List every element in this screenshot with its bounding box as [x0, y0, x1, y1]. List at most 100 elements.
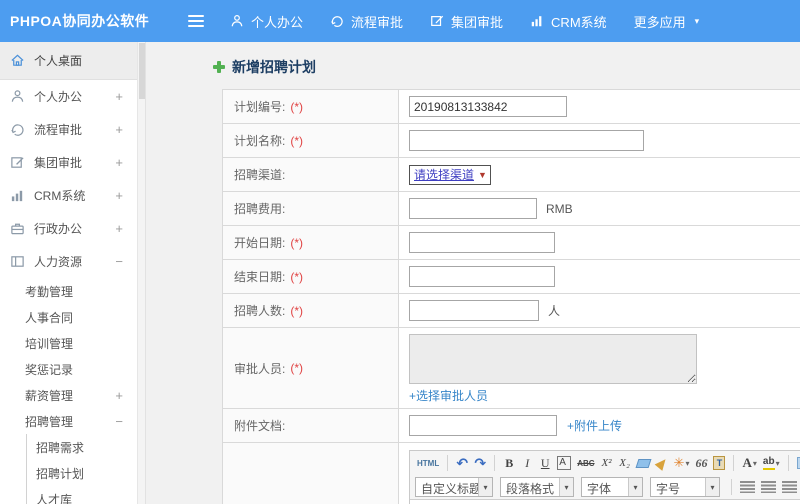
main-content: 新增招聘计划 计划编号: (*) 计划名称: (*) 招聘渠道: [146, 42, 800, 504]
blockquote-button[interactable]: 66 [693, 454, 709, 472]
end-date-input[interactable] [409, 266, 555, 287]
underline-button[interactable]: U [537, 454, 553, 472]
sidebar-item-recruit-plan[interactable]: 招聘计划 [27, 460, 137, 486]
editor-content-area[interactable] [410, 499, 800, 504]
highlight-color-button[interactable]: ab ▾ [761, 454, 782, 472]
expand-plus-icon[interactable]: + [115, 388, 127, 403]
font-size-dropdown[interactable]: 字号 ▾ [650, 477, 720, 497]
plan-no-input[interactable] [409, 96, 567, 117]
bold-button[interactable]: B [501, 454, 517, 472]
expand-plus-icon[interactable]: + [115, 155, 127, 170]
format-painter-button[interactable]: ✳ ▾ [672, 454, 692, 472]
plan-name-label: 计划名称: [234, 134, 286, 148]
strikethrough-button[interactable]: ABC [575, 454, 596, 472]
sidebar-item-crm-system[interactable]: CRM系统 + [0, 179, 137, 212]
page-title-text: 新增招聘计划 [232, 59, 316, 75]
cost-input[interactable] [409, 198, 537, 219]
sidebar-item-personal-desktop[interactable]: 个人桌面 [0, 42, 137, 80]
italic-button[interactable]: I [519, 454, 535, 472]
approvers-textarea[interactable] [409, 334, 697, 384]
channel-selected-value: 请选择渠道 [414, 168, 475, 182]
attachment-label: 附件文档: [234, 419, 286, 433]
sidebar-item-label: 人才库 [36, 492, 73, 504]
align-left-icon[interactable] [738, 478, 757, 496]
sidebar-item-label: 人力资源 [34, 255, 83, 269]
font-style-box-icon[interactable]: A [557, 456, 572, 470]
expand-plus-icon[interactable]: + [115, 122, 127, 137]
align-right-icon[interactable] [780, 478, 799, 496]
form-row-cost: 招聘费用: RMB [223, 192, 800, 226]
clean-format-broom-icon[interactable] [654, 454, 670, 472]
topnav-group-approval[interactable]: 集团审批 [430, 12, 503, 31]
paragraph-format-dropdown[interactable]: 段落格式 ▾ [500, 477, 574, 497]
sidebar-item-talent-pool[interactable]: 人才库 [27, 486, 137, 504]
collapse-minus-icon[interactable]: − [115, 414, 127, 429]
hamburger-menu-icon[interactable] [188, 15, 204, 27]
sidebar-item-hr-contract[interactable]: 人事合同 [0, 304, 137, 330]
sidebar-item-group-approval[interactable]: 集团审批 + [0, 146, 137, 179]
sidebar-scrollbar-thumb[interactable] [138, 43, 145, 99]
channel-select[interactable]: 请选择渠道 ▼ [409, 164, 491, 185]
font-color-button[interactable]: A ▾ [740, 454, 758, 472]
topnav-label: CRM系统 [551, 14, 607, 30]
sidebar-item-label: 人事合同 [25, 310, 74, 325]
bar-chart-icon [530, 14, 544, 28]
book-icon [10, 254, 25, 269]
sidebar-item-admin-office[interactable]: 行政办公 + [0, 212, 137, 245]
sidebar-item-workflow-approval[interactable]: 流程审批 + [0, 113, 137, 146]
edit-icon [430, 14, 444, 28]
insert-image-icon[interactable] [795, 454, 800, 472]
chevron-down-icon: ▾ [694, 15, 700, 26]
eraser-icon[interactable] [635, 454, 652, 472]
topnav-personal-office[interactable]: 个人办公 [230, 12, 303, 31]
sidebar-item-human-resources[interactable]: 人力资源 − [0, 245, 137, 278]
top-header-bar: PHPOA协同办公软件 个人办公 流程审批 集团审批 CRM系统 更多应用 ▾ [0, 0, 800, 42]
html-source-button[interactable]: HTML [415, 454, 441, 472]
form-row-plan-name: 计划名称: (*) [223, 124, 800, 158]
superscript-button[interactable]: X² [599, 454, 615, 472]
plan-name-input[interactable] [409, 130, 644, 151]
sidebar-item-reward-punishment[interactable]: 奖惩记录 [0, 356, 137, 382]
sidebar-item-label: CRM系统 [34, 189, 86, 203]
expand-plus-icon[interactable]: + [115, 221, 127, 236]
headcount-input[interactable] [409, 300, 539, 321]
sidebar-item-attendance-mgmt[interactable]: 考勤管理 [0, 278, 137, 304]
redo-icon[interactable]: ↷ [472, 454, 488, 472]
expand-plus-icon[interactable]: + [115, 188, 127, 203]
editor-toolbar-row-2: 自定义标题 ▾ 段落格式 ▾ 字体 ▾ 字号 ▾ [410, 474, 800, 499]
topnav-workflow-approval[interactable]: 流程审批 [330, 12, 403, 31]
undo-icon[interactable]: ↶ [454, 454, 470, 472]
app-brand: PHPOA协同办公软件 [10, 13, 150, 29]
paste-as-text-button[interactable]: T [711, 454, 727, 472]
sidebar-item-label: 培训管理 [25, 336, 74, 351]
sidebar-item-personal-office[interactable]: 个人办公 + [0, 80, 137, 113]
plus-icon [213, 61, 225, 73]
topnav-crm-system[interactable]: CRM系统 [530, 12, 607, 31]
workflow-icon [10, 122, 25, 137]
select-approvers-link[interactable]: +选择审批人员 [409, 387, 488, 404]
sidebar-item-salary-mgmt[interactable]: 薪资管理 + [0, 382, 137, 408]
align-center-icon[interactable] [759, 478, 778, 496]
recruit-submenu: 招聘需求 招聘计划 人才库 [26, 434, 137, 504]
custom-title-dropdown[interactable]: 自定义标题 ▾ [415, 477, 493, 497]
expand-plus-icon[interactable]: + [115, 89, 127, 104]
required-mark: (*) [290, 269, 304, 284]
sidebar-item-recruit-demand[interactable]: 招聘需求 [27, 434, 137, 460]
subscript-button[interactable]: X₂ [617, 454, 633, 472]
start-date-input[interactable] [409, 232, 555, 253]
topnav-more-apps[interactable]: 更多应用 ▾ [634, 12, 700, 31]
form-row-plan-no: 计划编号: (*) [223, 90, 800, 124]
sidebar-item-training-mgmt[interactable]: 培训管理 [0, 330, 137, 356]
page-title: 新增招聘计划 [213, 57, 800, 77]
collapse-minus-icon[interactable]: − [115, 254, 127, 269]
font-family-dropdown[interactable]: 字体 ▾ [581, 477, 643, 497]
form-row-approvers: 审批人员: (*) +选择审批人员 [223, 328, 800, 409]
chevron-down-icon: ▾ [775, 458, 780, 468]
sidebar-item-recruit-mgmt[interactable]: 招聘管理 − [0, 408, 137, 434]
sidebar-scrollbar[interactable] [137, 42, 145, 504]
attachment-input[interactable] [409, 415, 557, 436]
sidebar-item-label: 招聘计划 [36, 466, 85, 481]
required-mark: (*) [290, 133, 304, 148]
attachment-upload-link[interactable]: +附件上传 [567, 417, 622, 434]
toolbar-separator [733, 455, 735, 471]
